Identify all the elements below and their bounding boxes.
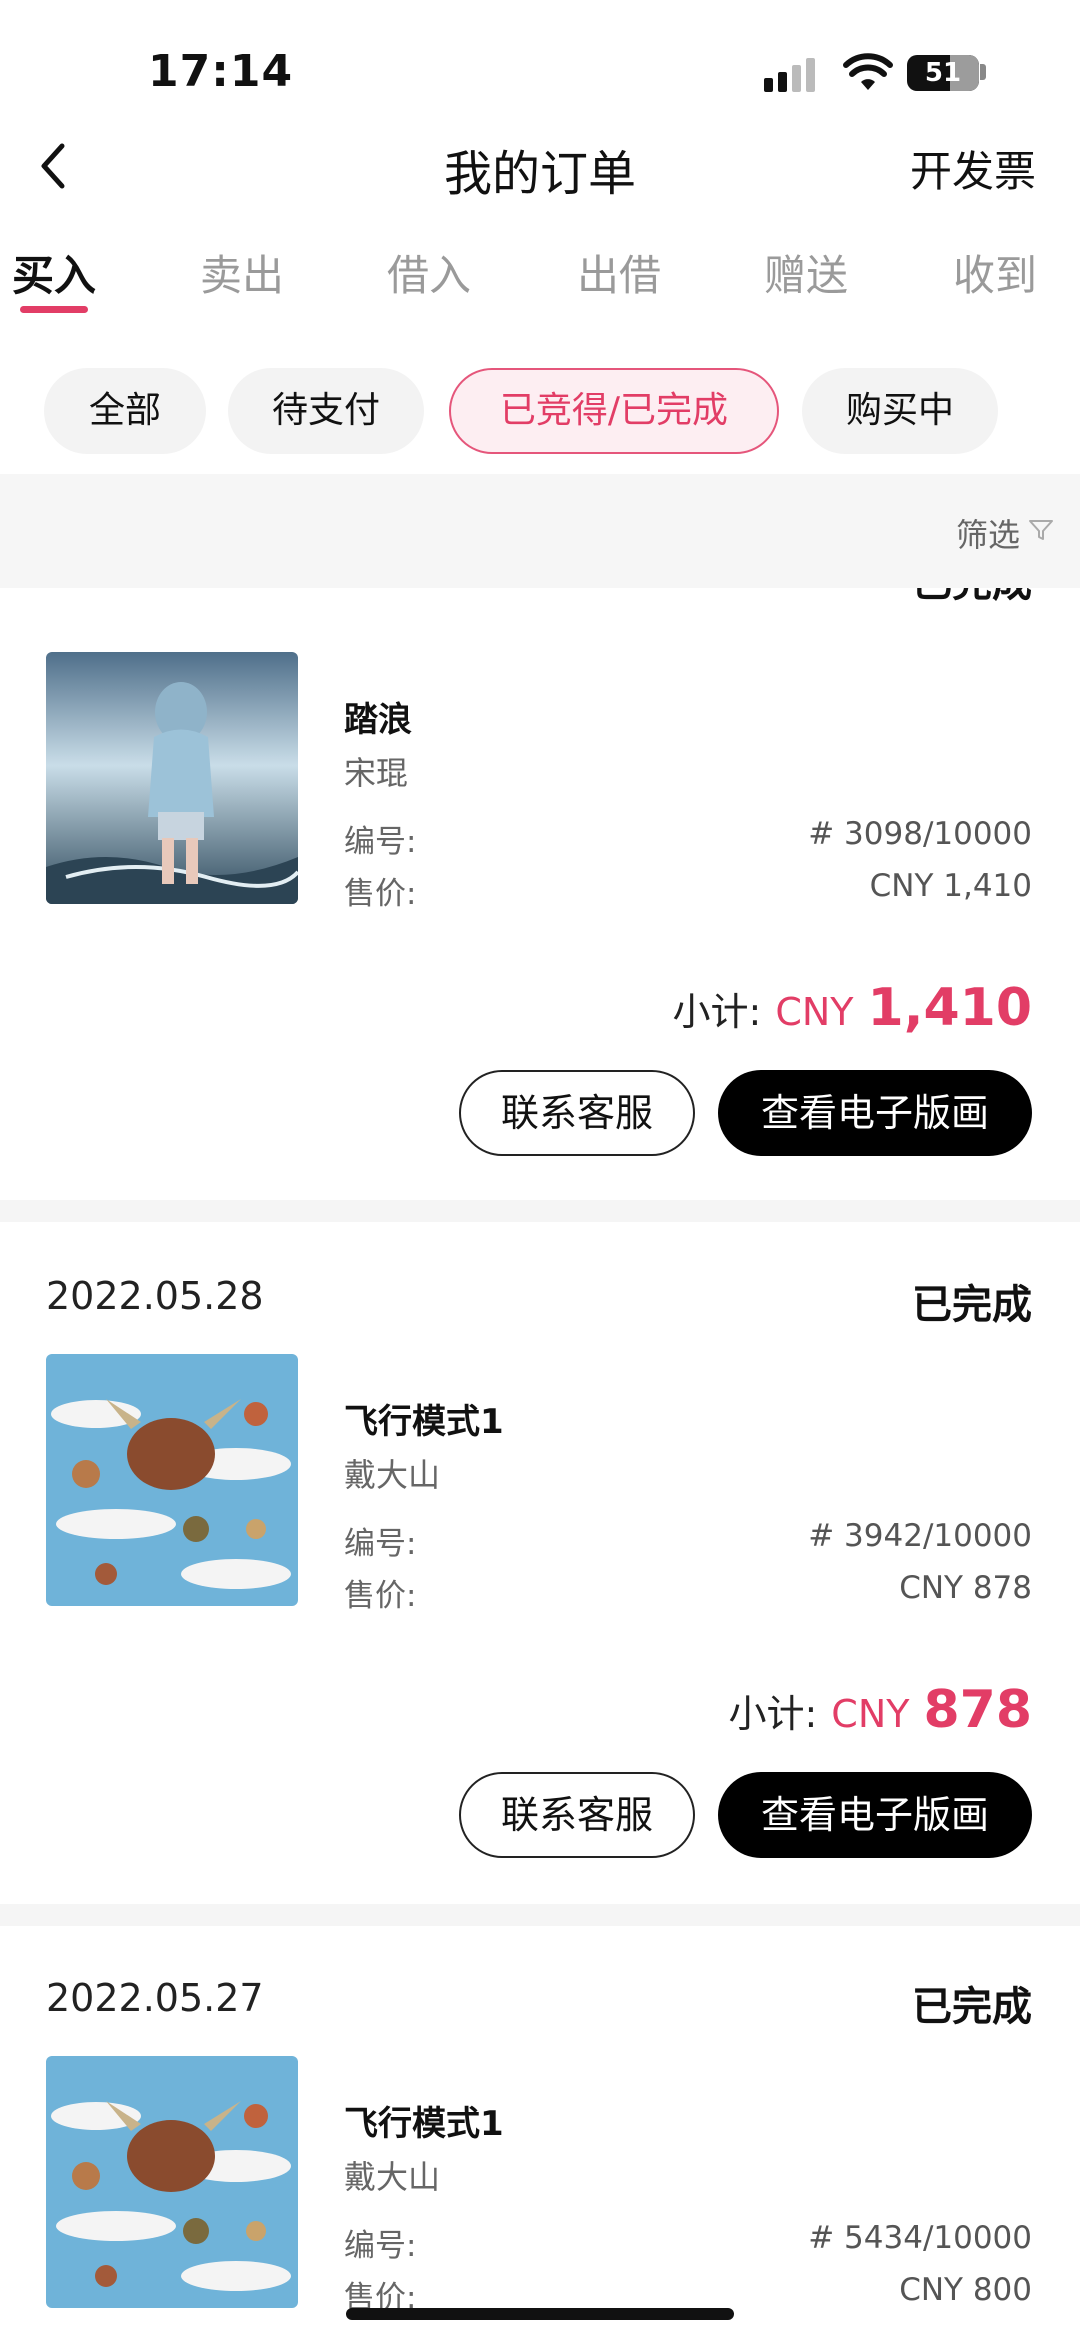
tab-gift[interactable]: 赠送 bbox=[764, 242, 848, 303]
card-divider bbox=[0, 1200, 1080, 1222]
order-date: 2022.06.01 bbox=[46, 588, 264, 596]
tab-sell[interactable]: 卖出 bbox=[200, 242, 284, 303]
battery-level: 51 bbox=[924, 58, 962, 88]
artist-name: 戴大山 bbox=[344, 2158, 441, 2196]
order-date: 2022.05.27 bbox=[46, 1976, 264, 2020]
subtotal-label: 小计: bbox=[728, 1692, 818, 1736]
artwork-name: 飞行模式1 bbox=[344, 1402, 504, 1442]
order-date: 2022.05.28 bbox=[46, 1274, 264, 1318]
filter-bar bbox=[0, 474, 1080, 588]
artwork-image-flight bbox=[46, 1354, 298, 1606]
tab-received[interactable]: 收到 bbox=[953, 242, 1037, 303]
artist-name: 宋琨 bbox=[344, 754, 409, 792]
order-status: 已完成 bbox=[912, 1984, 1032, 2030]
number-label: 编号: bbox=[344, 824, 417, 860]
tab-buy[interactable]: 买入 bbox=[12, 242, 96, 303]
active-tab-indicator bbox=[20, 306, 88, 313]
invoice-button[interactable]: 开发票 bbox=[910, 138, 1036, 199]
edition-number: # 3098/10000 bbox=[808, 816, 1032, 852]
filter-chip-purchasing[interactable]: 购买中 bbox=[802, 368, 998, 454]
view-digital-print-button[interactable]: 查看电子版画 bbox=[718, 1772, 1032, 1858]
order-card: 2022.06.01 已完成 踏浪 宋琨 编号: # 3098/10000 售价… bbox=[0, 588, 1080, 1200]
subtotal-row: 小计: CNY 878 bbox=[728, 1680, 1032, 1740]
battery-icon: 51 bbox=[907, 55, 979, 91]
view-digital-print-button[interactable]: 查看电子版画 bbox=[718, 1070, 1032, 1156]
artwork-thumbnail[interactable] bbox=[46, 652, 298, 904]
price-value: CNY 1,410 bbox=[869, 868, 1032, 904]
wifi-icon bbox=[843, 53, 893, 90]
subtotal-currency: CNY bbox=[831, 1692, 910, 1736]
price-value: CNY 878 bbox=[899, 1570, 1032, 1606]
edition-number: # 3942/10000 bbox=[808, 1518, 1032, 1554]
order-status: 已完成 bbox=[912, 1282, 1032, 1328]
cellular-signal-icon bbox=[764, 58, 820, 92]
filter-chip-won-completed[interactable]: 已竞得/已完成 bbox=[449, 368, 779, 454]
home-indicator[interactable] bbox=[346, 2308, 734, 2320]
order-status: 已完成 bbox=[912, 588, 1032, 608]
subtotal-label: 小计: bbox=[672, 990, 762, 1034]
subtotal-amount: 878 bbox=[923, 1680, 1032, 1740]
edition-number: # 5434/10000 bbox=[808, 2220, 1032, 2256]
artwork-image-wave bbox=[46, 652, 298, 904]
artwork-name: 飞行模式1 bbox=[344, 2104, 504, 2144]
price-value: CNY 800 bbox=[899, 2272, 1032, 2308]
artwork-thumbnail[interactable] bbox=[46, 1354, 298, 1606]
artwork-thumbnail[interactable] bbox=[46, 2056, 298, 2308]
price-label: 售价: bbox=[344, 876, 417, 912]
artist-name: 戴大山 bbox=[344, 1456, 441, 1494]
card-divider bbox=[0, 1904, 1080, 1926]
status-time: 17:14 bbox=[148, 46, 294, 97]
filter-button[interactable]: 筛选 bbox=[956, 510, 1020, 556]
filter-chip-all[interactable]: 全部 bbox=[44, 368, 206, 454]
tab-lend-out[interactable]: 出借 bbox=[577, 242, 661, 303]
battery-cap bbox=[980, 64, 986, 80]
artwork-name: 踏浪 bbox=[344, 700, 412, 740]
tab-borrow-in[interactable]: 借入 bbox=[387, 242, 471, 303]
subtotal-amount: 1,410 bbox=[867, 978, 1032, 1038]
contact-service-button[interactable]: 联系客服 bbox=[459, 1070, 695, 1156]
subtotal-row: 小计: CNY 1,410 bbox=[673, 978, 1032, 1038]
subtotal-currency: CNY bbox=[775, 990, 854, 1034]
number-label: 编号: bbox=[344, 2228, 417, 2264]
price-label: 售价: bbox=[344, 1578, 417, 1614]
number-label: 编号: bbox=[344, 1526, 417, 1562]
filter-chip-pending-payment[interactable]: 待支付 bbox=[228, 368, 424, 454]
artwork-image-flight bbox=[46, 2056, 298, 2308]
contact-service-button[interactable]: 联系客服 bbox=[459, 1772, 695, 1858]
funnel-icon[interactable] bbox=[1028, 518, 1054, 542]
